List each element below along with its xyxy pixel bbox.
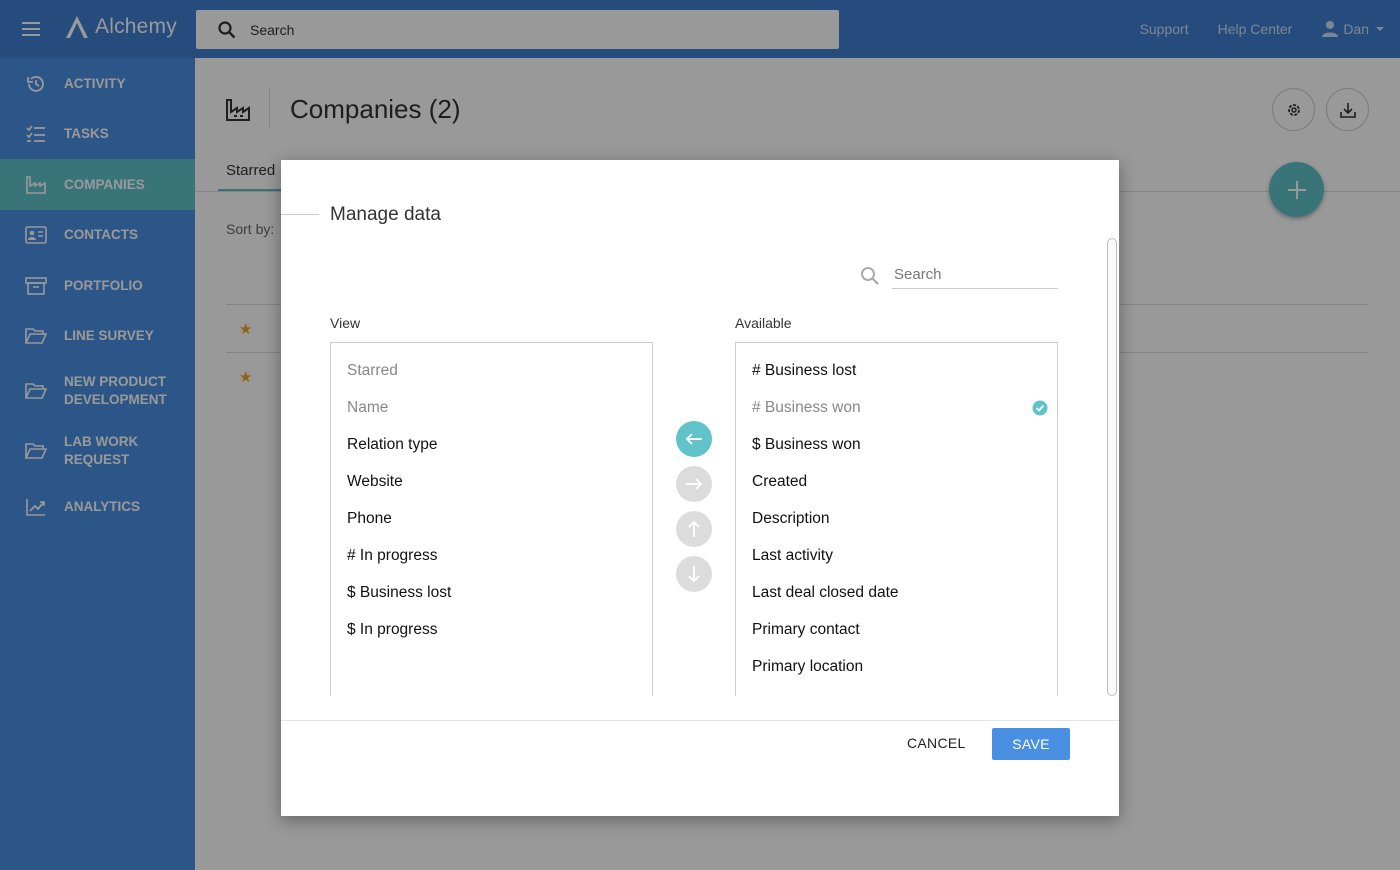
move-left-button[interactable] bbox=[676, 421, 712, 457]
arrow-down-icon bbox=[688, 566, 700, 583]
field-search[interactable] bbox=[860, 263, 1058, 289]
available-list: # Business lost # Business won $ Busines… bbox=[735, 342, 1058, 696]
view-list: Starred Name Relation type Website Phone… bbox=[330, 342, 653, 696]
list-item[interactable]: $ Business won bbox=[752, 436, 861, 454]
move-down-button[interactable] bbox=[676, 556, 712, 592]
list-item[interactable]: # Business won bbox=[752, 399, 861, 417]
dialog-title: Manage data bbox=[330, 204, 441, 225]
save-button[interactable]: SAVE bbox=[992, 728, 1070, 760]
cancel-button[interactable]: CANCEL bbox=[907, 735, 966, 751]
dialog-scrollbar[interactable] bbox=[1107, 238, 1117, 696]
list-item[interactable]: Name bbox=[347, 399, 388, 417]
list-item[interactable]: Primary location bbox=[752, 658, 863, 676]
check-circle-icon bbox=[1032, 400, 1048, 416]
list-item[interactable]: Description bbox=[752, 510, 830, 528]
field-search-input[interactable] bbox=[892, 263, 1058, 289]
list-item[interactable]: Created bbox=[752, 473, 807, 491]
list-item[interactable]: Last deal closed date bbox=[752, 584, 899, 602]
move-right-button[interactable] bbox=[676, 466, 712, 502]
arrow-up-icon bbox=[688, 520, 700, 537]
list-item[interactable]: Website bbox=[347, 473, 403, 491]
move-up-button[interactable] bbox=[676, 511, 712, 547]
list-item[interactable]: # Business lost bbox=[752, 362, 856, 380]
search-icon bbox=[861, 267, 879, 285]
list-item[interactable]: $ In progress bbox=[347, 621, 437, 639]
list-item[interactable]: $ Business lost bbox=[347, 584, 451, 602]
arrow-left-icon bbox=[685, 433, 702, 445]
view-column-label: View bbox=[330, 315, 361, 331]
available-column-label: Available bbox=[735, 315, 792, 331]
list-item[interactable]: Last activity bbox=[752, 547, 833, 565]
title-accent-line bbox=[281, 214, 319, 215]
list-item[interactable]: Starred bbox=[347, 362, 398, 380]
manage-data-dialog: Manage data View Available Starred Name … bbox=[281, 160, 1119, 816]
list-item[interactable]: Phone bbox=[347, 510, 392, 528]
list-item[interactable]: # In progress bbox=[347, 547, 437, 565]
arrow-right-icon bbox=[686, 478, 703, 490]
list-item[interactable]: Relation type bbox=[347, 436, 437, 454]
list-item[interactable]: Primary contact bbox=[752, 621, 860, 639]
footer-divider bbox=[281, 720, 1119, 721]
